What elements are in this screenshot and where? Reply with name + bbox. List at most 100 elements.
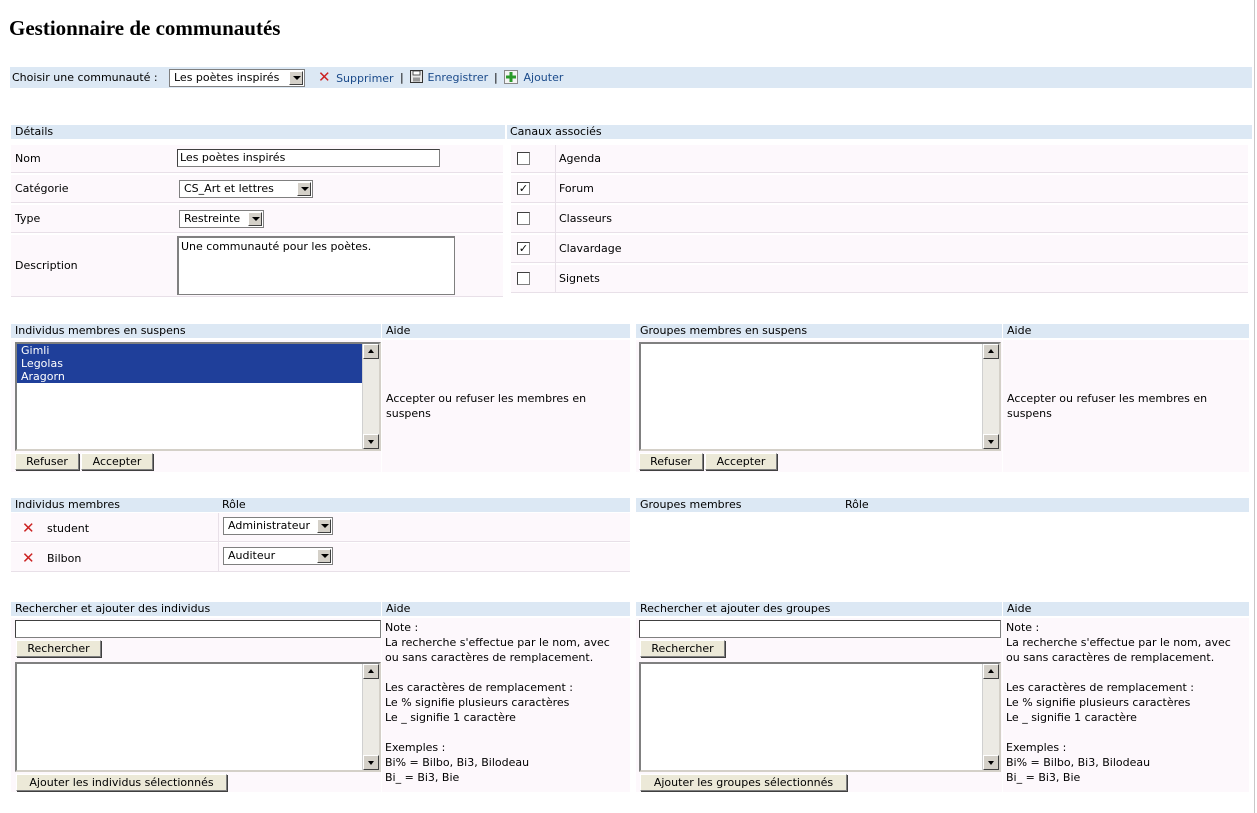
channels-header: Canaux associés bbox=[507, 125, 1252, 139]
scroll-down-icon[interactable] bbox=[983, 755, 999, 770]
add-selected-individuals-button[interactable]: Ajouter les individus sélectionnés bbox=[16, 774, 227, 791]
search-individuals-help-header: Aide bbox=[382, 602, 630, 616]
search-groups-results[interactable] bbox=[639, 662, 1001, 772]
choose-community-label: Choisir une communauté : bbox=[12, 71, 158, 84]
name-input[interactable]: Les poètes inspirés bbox=[177, 149, 440, 167]
type-select-value: Restreinte bbox=[184, 212, 241, 225]
members-divider bbox=[218, 513, 219, 572]
separator: | bbox=[494, 71, 498, 84]
member-role-select[interactable]: Administrateur bbox=[223, 517, 333, 535]
channel-row bbox=[511, 205, 1248, 233]
refuse-individuals-button[interactable]: Refuser bbox=[15, 453, 79, 470]
search-individuals-button[interactable]: Rechercher bbox=[16, 640, 101, 657]
delete-link-label[interactable]: Supprimer bbox=[336, 72, 394, 85]
delete-link[interactable]: ✕ Supprimer bbox=[318, 70, 394, 86]
separator: | bbox=[400, 71, 404, 84]
category-select[interactable]: CS_Art et lettres bbox=[179, 180, 313, 198]
search-groups-help-text: Note : La recherche s'effectue par le no… bbox=[1006, 621, 1231, 784]
list-item[interactable]: Gimli bbox=[17, 344, 363, 357]
page-title: Gestionnaire de communautés bbox=[9, 16, 281, 40]
save-link[interactable]: Enregistrer bbox=[410, 70, 488, 86]
pending-individuals-help-header: Aide bbox=[382, 324, 630, 338]
type-label: Type bbox=[15, 212, 41, 225]
refuse-groups-button[interactable]: Refuser bbox=[639, 453, 703, 470]
add-link[interactable]: Ajouter bbox=[504, 70, 563, 86]
forum-checkbox[interactable]: ✓ bbox=[517, 182, 530, 195]
window-edge bbox=[1254, 0, 1255, 813]
search-groups-header: Rechercher et ajouter des groupes bbox=[636, 602, 1002, 616]
plus-icon bbox=[504, 70, 518, 84]
group-members-role-header: Rôle bbox=[841, 498, 1249, 512]
chevron-down-icon bbox=[317, 519, 331, 533]
pending-individuals-list[interactable]: Gimli Legolas Aragorn bbox=[15, 342, 381, 451]
member-name: student bbox=[47, 522, 90, 535]
signets-checkbox[interactable] bbox=[517, 272, 530, 285]
community-select-value: Les poètes inspirés bbox=[174, 71, 280, 84]
name-label: Nom bbox=[15, 152, 41, 165]
classeurs-checkbox[interactable] bbox=[517, 212, 530, 225]
remove-member-icon[interactable]: ✕ bbox=[22, 521, 35, 536]
scroll-down-icon[interactable] bbox=[363, 755, 379, 770]
save-icon bbox=[410, 70, 423, 83]
search-individuals-help-text: Note : La recherche s'effectue par le no… bbox=[385, 621, 610, 784]
scroll-up-icon[interactable] bbox=[983, 344, 999, 359]
signets-label: Signets bbox=[559, 272, 600, 285]
type-select[interactable]: Restreinte bbox=[179, 210, 264, 228]
scroll-up-icon[interactable] bbox=[363, 664, 379, 679]
chevron-down-icon bbox=[317, 549, 331, 563]
clavardage-checkbox[interactable]: ✓ bbox=[517, 242, 530, 255]
channel-row bbox=[511, 175, 1248, 203]
scroll-up-icon[interactable] bbox=[363, 344, 379, 359]
close-icon: ✕ bbox=[318, 68, 331, 86]
group-members-header: Groupes membres bbox=[636, 498, 841, 512]
scrollbar[interactable] bbox=[982, 664, 999, 770]
search-groups-help-header: Aide bbox=[1003, 602, 1249, 616]
member-name: Bilbon bbox=[47, 552, 82, 565]
scroll-down-icon[interactable] bbox=[983, 434, 999, 449]
agenda-checkbox[interactable] bbox=[517, 152, 530, 165]
details-header: Détails bbox=[11, 125, 505, 139]
chevron-down-icon bbox=[297, 182, 311, 196]
channel-divider bbox=[555, 145, 556, 293]
description-textarea[interactable]: Une communauté pour les poètes. bbox=[177, 236, 455, 295]
search-individuals-input[interactable] bbox=[15, 620, 381, 638]
members-role-header: Rôle bbox=[218, 498, 630, 512]
scrollbar[interactable] bbox=[362, 664, 379, 770]
pending-groups-help-header: Aide bbox=[1003, 324, 1249, 338]
chevron-down-icon bbox=[289, 71, 303, 85]
pending-groups-list[interactable] bbox=[639, 342, 1001, 451]
member-role-select[interactable]: Auditeur bbox=[223, 547, 333, 565]
channel-row bbox=[511, 145, 1248, 173]
search-individuals-header: Rechercher et ajouter des individus bbox=[11, 602, 381, 616]
agenda-label: Agenda bbox=[559, 152, 601, 165]
forum-label: Forum bbox=[559, 182, 594, 195]
chevron-down-icon bbox=[248, 212, 262, 226]
pending-individuals-help-text: Accepter ou refuser les membres en suspe… bbox=[386, 392, 587, 420]
accept-groups-button[interactable]: Accepter bbox=[705, 453, 777, 470]
members-header: Individus membres bbox=[11, 498, 218, 512]
scrollbar[interactable] bbox=[362, 344, 379, 449]
description-label: Description bbox=[15, 259, 78, 272]
member-role-value: Administrateur bbox=[228, 519, 310, 532]
pending-groups-header: Groupes membres en suspens bbox=[636, 324, 1002, 338]
list-item[interactable]: Aragorn bbox=[17, 370, 363, 383]
list-item[interactable]: Legolas bbox=[17, 357, 363, 370]
scroll-down-icon[interactable] bbox=[363, 434, 379, 449]
classeurs-label: Classeurs bbox=[559, 212, 612, 225]
community-select[interactable]: Les poètes inspirés bbox=[169, 69, 305, 87]
search-groups-input[interactable] bbox=[639, 620, 1001, 638]
add-selected-groups-button[interactable]: Ajouter les groupes sélectionnés bbox=[640, 774, 847, 791]
remove-member-icon[interactable]: ✕ bbox=[22, 551, 35, 566]
search-individuals-results[interactable] bbox=[15, 662, 381, 772]
member-role-value: Auditeur bbox=[228, 549, 276, 562]
search-groups-button[interactable]: Rechercher bbox=[640, 640, 725, 657]
add-link-label[interactable]: Ajouter bbox=[524, 71, 564, 84]
pending-groups-help-text: Accepter ou refuser les membres en suspe… bbox=[1007, 392, 1208, 420]
pending-individuals-header: Individus membres en suspens bbox=[11, 324, 381, 338]
scroll-up-icon[interactable] bbox=[983, 664, 999, 679]
accept-individuals-button[interactable]: Accepter bbox=[81, 453, 153, 470]
category-label: Catégorie bbox=[15, 182, 69, 195]
scrollbar[interactable] bbox=[982, 344, 999, 449]
channel-row bbox=[511, 265, 1248, 293]
save-link-label[interactable]: Enregistrer bbox=[428, 71, 489, 84]
